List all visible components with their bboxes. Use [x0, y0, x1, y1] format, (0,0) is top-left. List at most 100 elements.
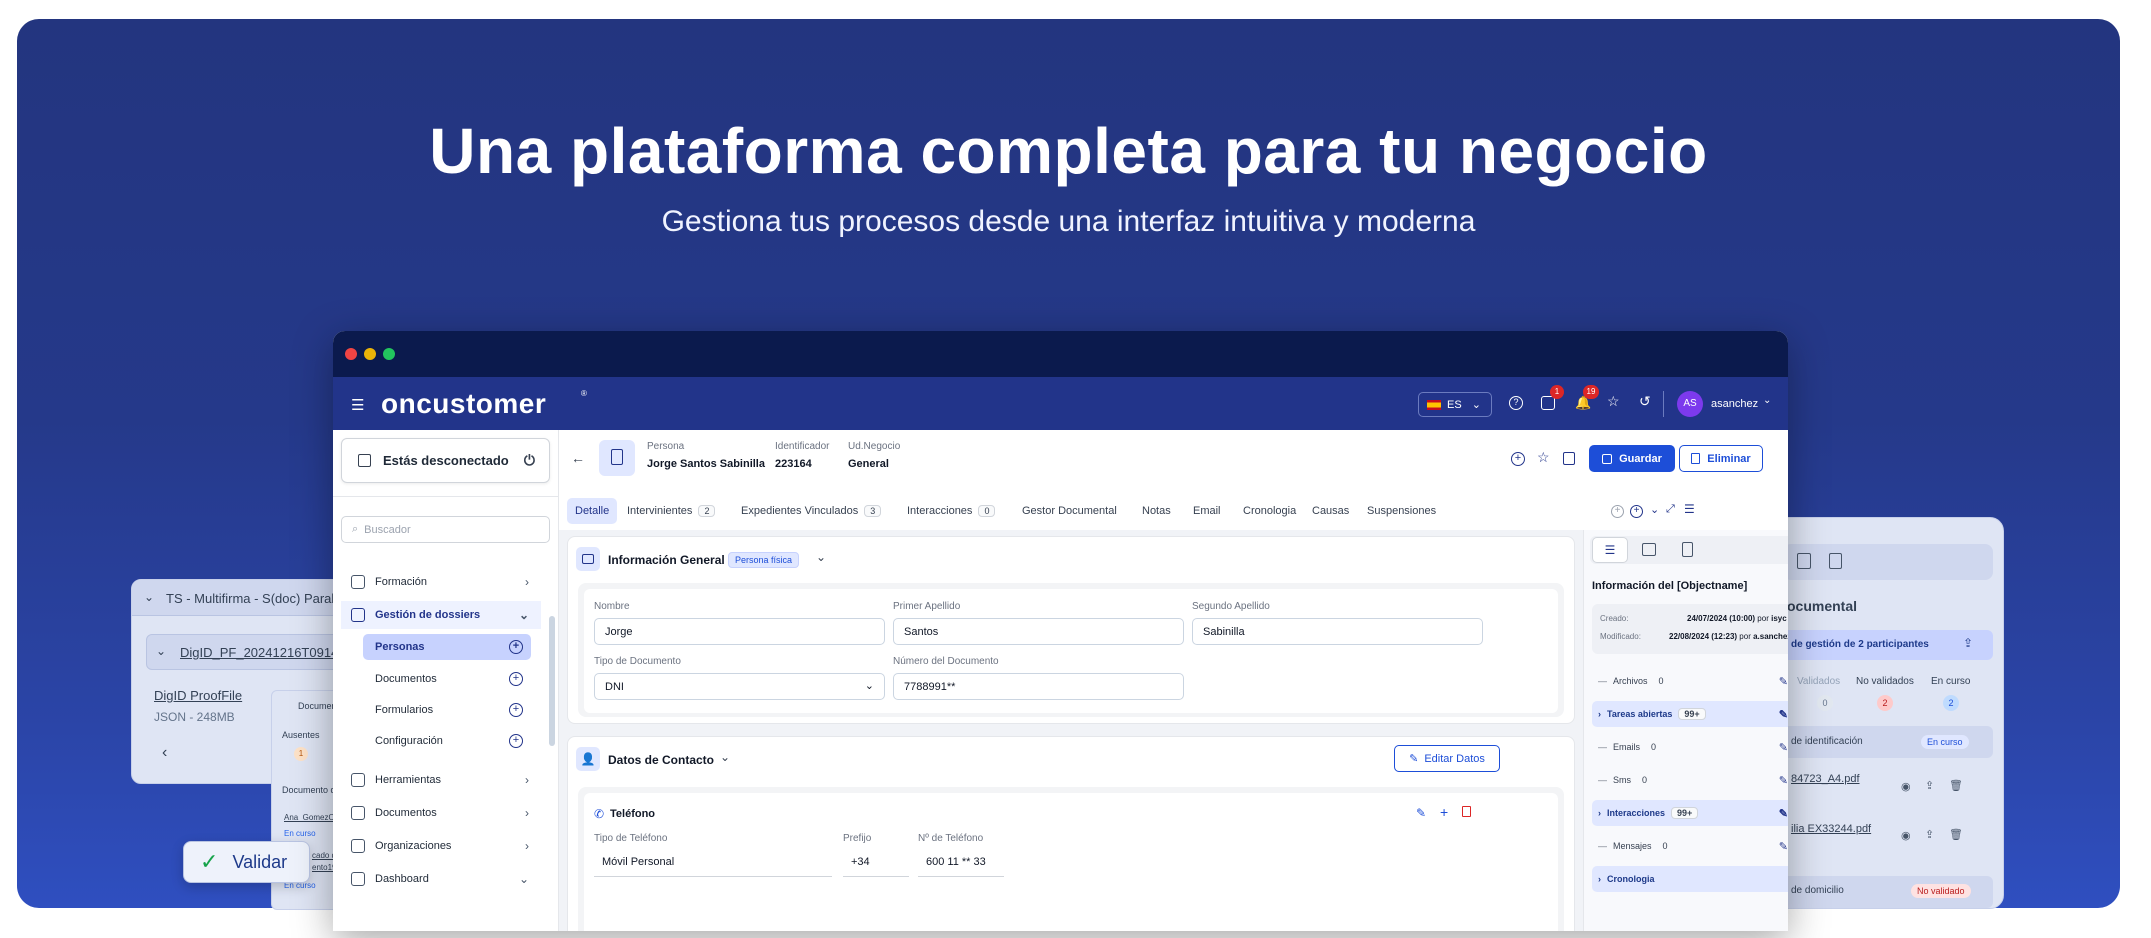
add-circle-icon[interactable]: +: [1511, 452, 1525, 466]
list-icon[interactable]: ☰: [1592, 537, 1628, 563]
tab-cronologia[interactable]: Cronologia: [1235, 498, 1304, 524]
save-button[interactable]: Guardar: [1589, 445, 1675, 472]
star-icon[interactable]: ☆: [1537, 449, 1550, 466]
history-icon[interactable]: ↺: [1639, 393, 1651, 410]
trash-icon[interactable]: [1462, 806, 1471, 817]
apellido2-field[interactable]: Sabinilla: [1192, 618, 1483, 645]
pencil-icon[interactable]: ✎: [1779, 708, 1788, 721]
chevron-down-icon[interactable]: ⌄: [1650, 503, 1659, 516]
power-icon[interactable]: ⏻: [524, 452, 535, 469]
sidebar-item-documentos[interactable]: Documentos ›: [341, 799, 541, 827]
avatar[interactable]: AS: [1677, 391, 1703, 417]
chevron-down-icon[interactable]: ⌄: [1763, 395, 1771, 406]
contact-title: Datos de Contacto: [608, 753, 715, 767]
expand-icon[interactable]: ⤢: [1666, 503, 1675, 516]
plus-icon[interactable]: +: [1440, 804, 1448, 820]
phone-type-value[interactable]: Móvil Personal: [594, 853, 832, 877]
add-circle-icon[interactable]: +: [509, 734, 523, 748]
pencil-icon[interactable]: ✎: [1779, 840, 1788, 853]
prefix-value[interactable]: +34: [843, 853, 909, 877]
back-arrow-icon[interactable]: ←: [571, 450, 585, 466]
rp-row-tareas[interactable]: ›Tareas abiertas99+✎+: [1592, 701, 1788, 727]
sidebar-item-label: Dashboard: [375, 873, 429, 885]
pencil-icon[interactable]: ✎: [1779, 807, 1788, 820]
sidebar-item-dashboard[interactable]: Dashboard ⌄: [341, 865, 541, 893]
nombre-field[interactable]: Jorge: [594, 618, 885, 645]
creado-por: por: [1757, 614, 1769, 623]
sidebar-item-documentos-sub[interactable]: Documentos +: [363, 666, 531, 692]
sidebar-item-label: Documentos: [375, 807, 437, 819]
ghost-right-title: ocumental: [1787, 598, 1858, 614]
eye-icon: ◉: [1901, 830, 1911, 842]
chat-badge: 1: [1550, 385, 1564, 399]
rp-row-interacciones[interactable]: ›Interacciones99+✎+: [1592, 800, 1788, 826]
add-circle-icon[interactable]: +: [509, 672, 523, 686]
language-select[interactable]: ES ⌄: [1418, 392, 1492, 417]
sidebar-item-herramientas[interactable]: Herramientas ›: [341, 766, 541, 794]
rp-row-emails[interactable]: —Emails0✎+: [1592, 734, 1788, 760]
list-icon: [1797, 553, 1811, 569]
star-icon[interactable]: ☆: [1607, 393, 1620, 410]
minimize-dot[interactable]: [364, 348, 376, 360]
delete-button[interactable]: Eliminar: [1679, 445, 1763, 472]
copy-icon[interactable]: [1563, 452, 1575, 465]
persona-fisica-badge: Persona física: [728, 552, 800, 568]
username[interactable]: asanchez: [1711, 398, 1758, 410]
maximize-dot[interactable]: [383, 348, 395, 360]
pencil-icon[interactable]: ✎: [1779, 675, 1788, 688]
add-circle-icon[interactable]: +: [509, 703, 523, 717]
bell-badge: 19: [1583, 385, 1599, 399]
chevron-down-icon: ⌄: [156, 644, 167, 658]
sidebar-item-configuracion[interactable]: Configuración +: [363, 728, 531, 754]
rp-row-count: 0: [1651, 742, 1657, 752]
rp-row-count: 99+: [1678, 708, 1706, 720]
document-icon[interactable]: [1682, 542, 1693, 557]
tab-causas[interactable]: Causas: [1304, 498, 1357, 524]
pencil-icon[interactable]: ✎: [1416, 806, 1426, 820]
sidebar-item-organizaciones[interactable]: Organizaciones ›: [341, 832, 541, 860]
sidebar-item-gestion[interactable]: Gestión de dossiers ⌄: [341, 601, 541, 629]
tab-gestor-documental[interactable]: Gestor Documental: [1014, 498, 1125, 524]
phone-number-value[interactable]: 600 11 ** 33: [918, 853, 1004, 877]
add-circle-icon[interactable]: +: [509, 640, 523, 654]
tab-suspensiones[interactable]: Suspensiones: [1359, 498, 1444, 524]
val-no-validados: 2: [1877, 695, 1893, 711]
add-circle-icon[interactable]: +: [1611, 505, 1624, 518]
search-input[interactable]: ⌕ Buscador: [341, 516, 550, 543]
language-label: ES: [1447, 398, 1462, 411]
chevron-down-icon[interactable]: ⌄: [720, 750, 730, 764]
rp-row-cronologia[interactable]: › Cronologia: [1592, 866, 1788, 892]
tab-expedientes[interactable]: Expedientes Vinculados 3: [733, 498, 889, 524]
ghost-folder: DigID_PF_20241216T091418: [180, 645, 353, 660]
ghost-item1-status: En curso: [284, 829, 316, 838]
archive-icon[interactable]: [1642, 543, 1656, 556]
rp-row-count: 0: [1642, 775, 1648, 785]
menu-lines-icon[interactable]: ☰: [1684, 502, 1695, 516]
add-circle-icon[interactable]: +: [1630, 505, 1643, 518]
sidebar-scrollbar[interactable]: [549, 616, 555, 746]
pencil-icon[interactable]: ✎: [1779, 741, 1788, 754]
tab-email[interactable]: Email: [1185, 498, 1229, 524]
edit-data-button[interactable]: ✎ Editar Datos: [1394, 745, 1500, 772]
rp-row-sms[interactable]: —Sms0✎+: [1592, 767, 1788, 793]
tab-detalle[interactable]: Detalle: [567, 498, 618, 524]
rp-row-archivos[interactable]: —Archivos0✎+: [1592, 668, 1788, 694]
sidebar-item-formularios[interactable]: Formularios +: [363, 697, 531, 723]
tab-notas[interactable]: Notas: [1134, 498, 1179, 524]
validar-button[interactable]: ✓ Validar: [183, 841, 310, 883]
num-doc-field[interactable]: 7788991**: [893, 673, 1184, 700]
rp-row-mensajes[interactable]: —Mensajes0✎+: [1592, 833, 1788, 859]
connection-status[interactable]: Estás desconectado ⏻: [341, 438, 550, 483]
sidebar-item-personas[interactable]: Personas +: [363, 634, 531, 660]
sidebar-item-formacion[interactable]: Formación ›: [341, 568, 541, 596]
pencil-icon[interactable]: ✎: [1779, 774, 1788, 787]
hamburger-icon[interactable]: ☰: [351, 396, 364, 414]
tipo-doc-select[interactable]: DNI ⌄: [594, 673, 885, 700]
ghost-ausentes-count: 1: [294, 747, 308, 761]
help-icon[interactable]: ?: [1509, 396, 1523, 410]
close-dot[interactable]: [345, 348, 357, 360]
tab-intervinientes[interactable]: Intervinientes 2: [619, 498, 723, 524]
tab-interacciones[interactable]: Interacciones 0: [899, 498, 1003, 524]
apellido1-field[interactable]: Santos: [893, 618, 1184, 645]
chevron-down-icon[interactable]: ⌄: [816, 550, 826, 564]
